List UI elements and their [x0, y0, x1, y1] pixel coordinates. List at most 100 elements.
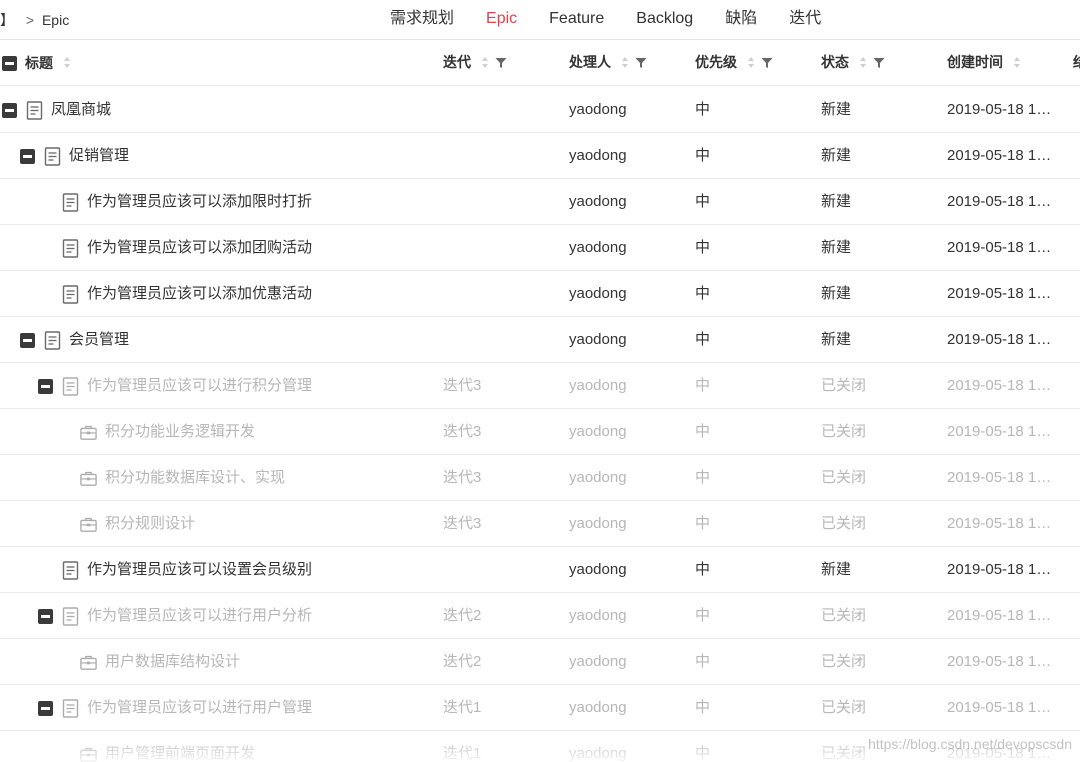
collapse-all-icon[interactable]	[2, 55, 17, 71]
table-row[interactable]: 作为管理员应该可以进行用户管理 迭代1 yaodong 中 已关闭 2019-05-18 …	[0, 685, 1080, 731]
tab-iterations[interactable]: 迭代	[773, 0, 837, 40]
row-title-cell: 作为管理员应该可以添加团购活动	[62, 225, 312, 271]
row-title-cell: 作为管理员应该可以进行积分管理	[38, 363, 312, 409]
table-row[interactable]: 用户数据库结构设计 迭代2 yaodong 中 已关闭 2019-05-18 1…	[0, 639, 1080, 685]
table-row[interactable]: 积分功能业务逻辑开发 迭代3 yaodong 中 已关闭 2019-05-18 1…	[0, 409, 1080, 455]
doc-icon	[62, 238, 79, 258]
row-title[interactable]: 作为管理员应该可以进行积分管理	[87, 363, 312, 409]
filter-icon[interactable]	[635, 57, 647, 69]
collapse-toggle-icon[interactable]	[38, 608, 53, 624]
row-title[interactable]: 促销管理	[69, 133, 129, 179]
table-row[interactable]: 作为管理员应该可以添加团购活动 yaodong 中 新建 2019-05-18 1…	[0, 225, 1080, 271]
tab-epic[interactable]: Epic	[470, 0, 533, 40]
column-extra-label: 结	[1073, 54, 1080, 70]
row-assignee: yaodong	[569, 699, 627, 716]
doc-icon	[62, 284, 79, 304]
column-iteration[interactable]: 迭代	[443, 40, 507, 86]
row-title-cell: 作为管理员应该可以设置会员级别	[62, 547, 312, 593]
row-title[interactable]: 积分功能业务逻辑开发	[105, 409, 255, 455]
row-title-cell: 作为管理员应该可以进行用户管理	[38, 685, 312, 731]
column-extra[interactable]: 结	[1073, 40, 1080, 86]
breadcrumb-parent[interactable]: 】	[0, 12, 14, 28]
doc-icon	[62, 698, 79, 718]
collapse-toggle-icon[interactable]	[20, 332, 35, 348]
collapse-toggle-icon[interactable]	[20, 148, 35, 164]
breadcrumb: 】 > Epic	[0, 10, 69, 30]
column-status[interactable]: 状态	[821, 40, 885, 86]
row-status: 新建	[821, 239, 852, 256]
row-title[interactable]: 作为管理员应该可以进行用户管理	[87, 685, 312, 731]
task-icon	[80, 655, 97, 670]
breadcrumb-separator: >	[25, 12, 35, 28]
column-priority-label: 优先级	[695, 54, 737, 70]
row-created: 2019-05-18 1…	[947, 653, 1052, 670]
row-created: 2019-05-18 1…	[947, 377, 1052, 394]
collapse-toggle-icon[interactable]	[2, 102, 17, 118]
table-row[interactable]: 积分规则设计 迭代3 yaodong 中 已关闭 2019-05-18 1…	[0, 501, 1080, 547]
row-title[interactable]: 作为管理员应该可以进行用户分析	[87, 593, 312, 639]
watermark: https://blog.csdn.net/devopscsdn	[868, 736, 1072, 752]
row-title-cell: 积分功能数据库设计、实现	[80, 455, 285, 501]
doc-icon	[62, 192, 79, 212]
tab-requirements[interactable]: 需求规划	[374, 0, 470, 40]
filter-icon[interactable]	[873, 57, 885, 69]
row-title[interactable]: 积分规则设计	[105, 501, 195, 547]
column-assignee-label: 处理人	[569, 54, 611, 70]
column-priority[interactable]: 优先级	[695, 40, 773, 86]
collapse-toggle-icon[interactable]	[38, 700, 53, 716]
table-row[interactable]: 作为管理员应该可以添加优惠活动 yaodong 中 新建 2019-05-18 1…	[0, 271, 1080, 317]
sort-icon[interactable]	[859, 57, 867, 69]
filter-icon[interactable]	[761, 57, 773, 69]
row-priority: 中	[695, 561, 711, 578]
task-icon	[80, 425, 97, 440]
row-assignee: yaodong	[569, 653, 627, 670]
row-title-cell: 促销管理	[20, 133, 129, 179]
sort-icon[interactable]	[63, 57, 71, 69]
filter-icon[interactable]	[495, 57, 507, 69]
tab-defects[interactable]: 缺陷	[709, 0, 773, 40]
row-title[interactable]: 作为管理员应该可以添加优惠活动	[87, 271, 312, 317]
row-title[interactable]: 作为管理员应该可以添加团购活动	[87, 225, 312, 271]
table-row[interactable]: 凤凰商城 yaodong 中 新建 2019-05-18 1…	[0, 87, 1080, 133]
row-created: 2019-05-18 1…	[947, 193, 1052, 210]
row-status: 新建	[821, 331, 852, 348]
table-row[interactable]: 作为管理员应该可以设置会员级别 yaodong 中 新建 2019-05-18 1…	[0, 547, 1080, 593]
row-priority: 中	[695, 101, 711, 118]
tab-feature[interactable]: Feature	[533, 0, 620, 40]
column-assignee[interactable]: 处理人	[569, 40, 647, 86]
row-title[interactable]: 会员管理	[69, 317, 129, 363]
row-iteration: 迭代3	[443, 377, 482, 394]
sort-icon[interactable]	[621, 57, 629, 69]
table-body: 凤凰商城 yaodong 中新建 2019-05-18 1… 促销管理 yaodong 中新…	[0, 87, 1080, 762]
row-created: 2019-05-18 1…	[947, 423, 1052, 440]
sort-icon[interactable]	[747, 57, 755, 69]
row-priority: 中	[695, 147, 711, 164]
row-created: 2019-05-18 1…	[947, 331, 1052, 348]
table-row[interactable]: 促销管理 yaodong 中 新建 2019-05-18 1…	[0, 133, 1080, 179]
table-row[interactable]: 作为管理员应该可以进行积分管理 迭代3 yaodong 中 已关闭 2019-05-18 …	[0, 363, 1080, 409]
tab-backlog[interactable]: Backlog	[620, 0, 709, 40]
row-title-cell: 会员管理	[20, 317, 129, 363]
table-row[interactable]: 积分功能数据库设计、实现 迭代3 yaodong 中 已关闭 2019-05-18 1…	[0, 455, 1080, 501]
row-assignee: yaodong	[569, 193, 627, 210]
table-row[interactable]: 作为管理员应该可以进行用户分析 迭代2 yaodong 中 已关闭 2019-05-18 …	[0, 593, 1080, 639]
column-title[interactable]: 标题	[2, 40, 71, 86]
column-created[interactable]: 创建时间	[947, 40, 1021, 86]
row-title[interactable]: 凤凰商城	[51, 87, 111, 133]
row-title[interactable]: 积分功能数据库设计、实现	[105, 455, 285, 501]
sort-icon[interactable]	[1013, 57, 1021, 69]
collapse-toggle-icon[interactable]	[38, 378, 53, 394]
row-priority: 中	[695, 469, 711, 486]
row-status: 已关闭	[821, 377, 867, 394]
row-title[interactable]: 作为管理员应该可以设置会员级别	[87, 547, 312, 593]
row-status: 已关闭	[821, 607, 867, 624]
task-icon	[80, 471, 97, 486]
table-row[interactable]: 作为管理员应该可以添加限时打折 yaodong 中 新建 2019-05-18 1…	[0, 179, 1080, 225]
row-title[interactable]: 作为管理员应该可以添加限时打折	[87, 179, 312, 225]
row-assignee: yaodong	[569, 377, 627, 394]
row-title[interactable]: 用户数据库结构设计	[105, 639, 240, 685]
row-assignee: yaodong	[569, 515, 627, 532]
row-created: 2019-05-18 1…	[947, 101, 1052, 118]
sort-icon[interactable]	[481, 57, 489, 69]
table-row[interactable]: 会员管理 yaodong 中 新建 2019-05-18 1…	[0, 317, 1080, 363]
